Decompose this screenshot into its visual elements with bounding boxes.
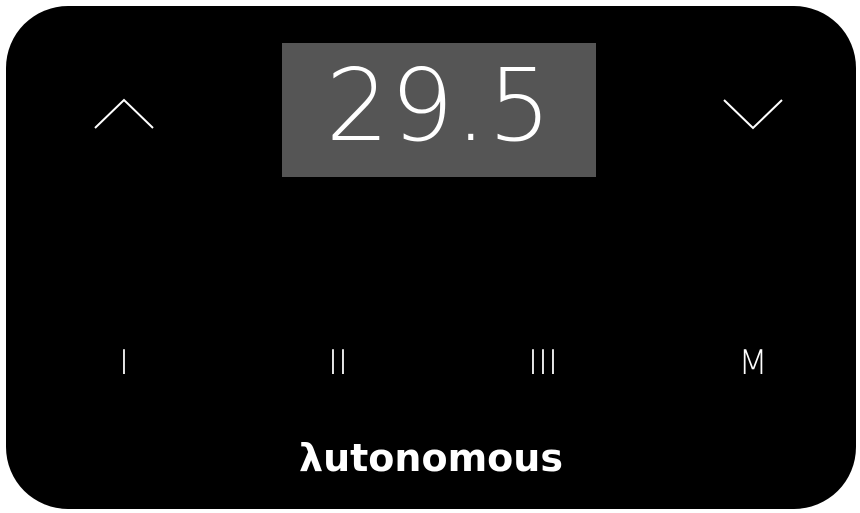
height-up-button[interactable] (84, 84, 164, 144)
preset-1-button[interactable]: I (84, 338, 164, 388)
brand-logo: λutonomous (299, 436, 563, 480)
chevron-up-icon (94, 98, 154, 129)
height-value: 29.5 (325, 47, 553, 164)
preset-3-button[interactable]: III (503, 338, 583, 388)
memory-button[interactable]: M (713, 338, 793, 388)
control-panel: 29.5 I II III M λutonomous (6, 6, 856, 509)
chevron-down-icon (723, 99, 783, 130)
preset-2-button[interactable]: II (298, 338, 378, 388)
height-down-button[interactable] (713, 84, 793, 144)
height-display: 29.5 (282, 43, 596, 177)
